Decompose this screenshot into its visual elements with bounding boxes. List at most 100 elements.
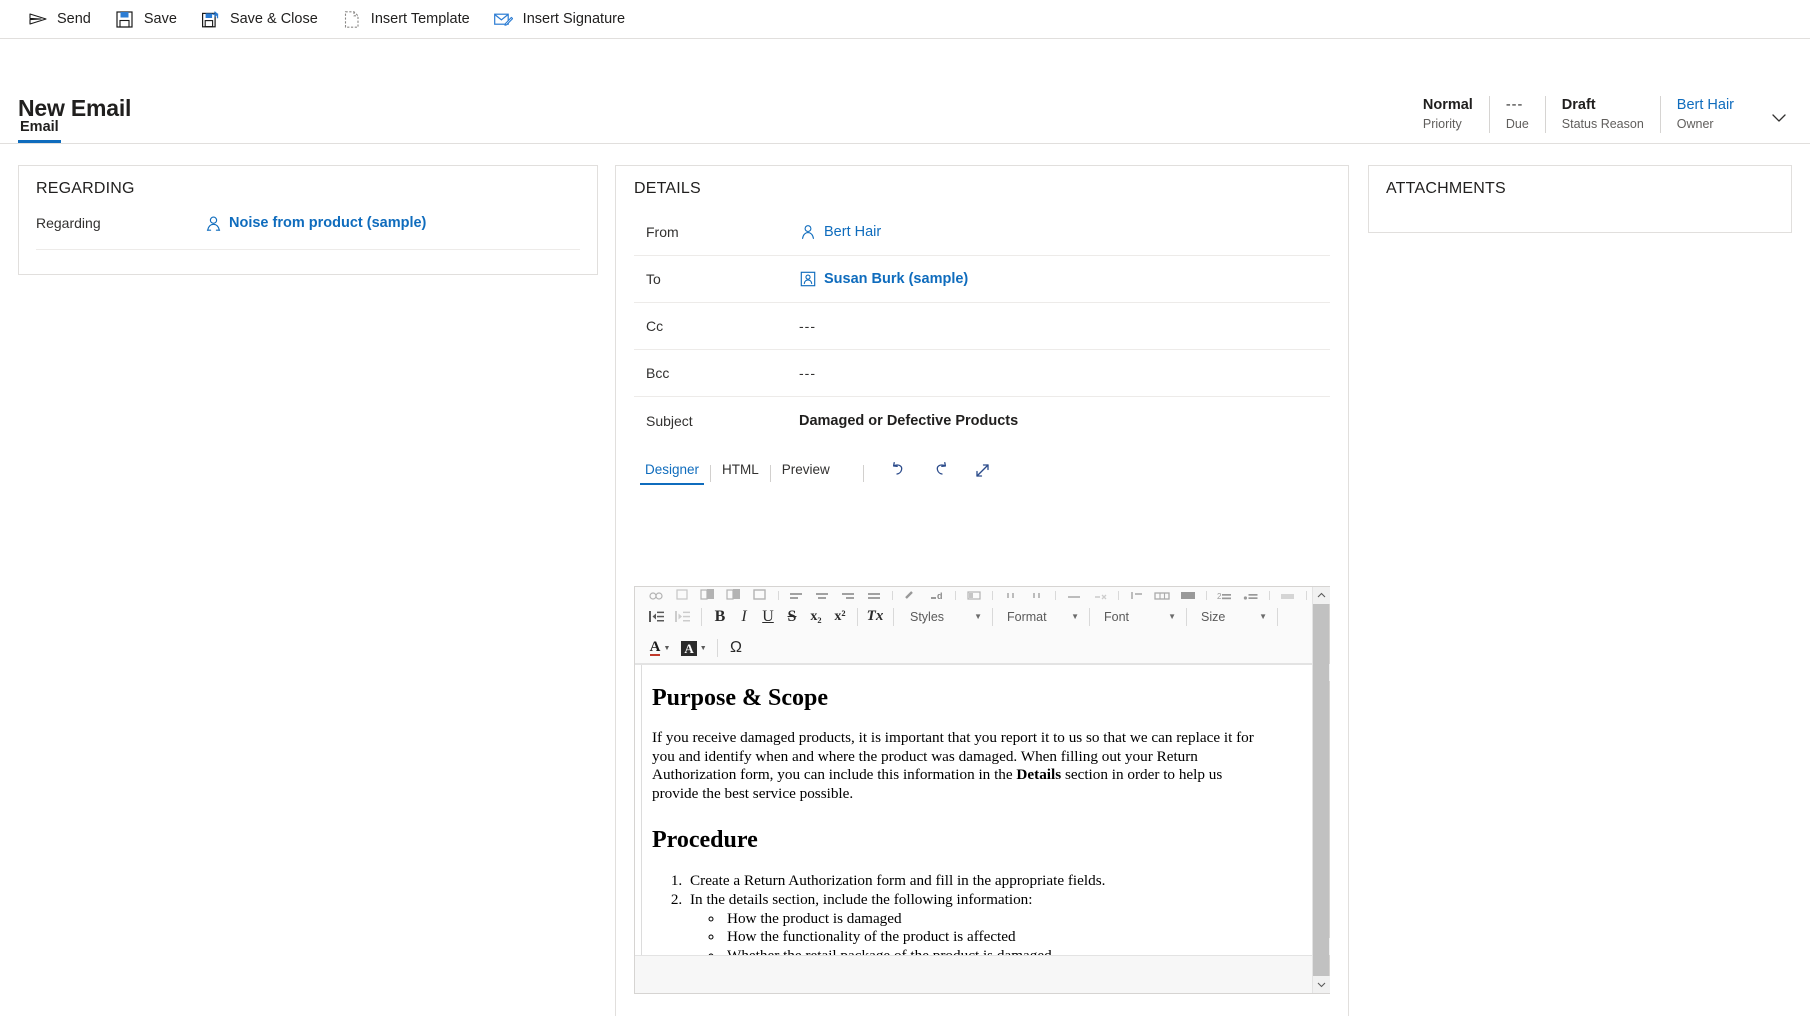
priority-label: Priority xyxy=(1423,115,1473,133)
paste-plain-icon[interactable] xyxy=(747,587,773,600)
header-expand-button[interactable] xyxy=(1768,107,1790,129)
font-select[interactable]: Font ▼ xyxy=(1094,605,1182,629)
anchor-icon[interactable]: d xyxy=(924,587,950,600)
field-row-cc: Cc --- xyxy=(634,303,1330,350)
save-and-close-button-label: Save & Close xyxy=(230,11,318,27)
superscript-button[interactable]: x² xyxy=(828,604,852,630)
strikethrough-button[interactable]: S xyxy=(780,604,804,630)
paste-word-icon[interactable] xyxy=(721,587,747,600)
regarding-field-row: Regarding Noise from product (sample) xyxy=(36,214,580,250)
editor-content-area[interactable]: Purpose & Scope If you receive damaged p… xyxy=(635,664,1312,955)
expand-editor-button[interactable] xyxy=(962,457,1004,483)
quote-open-icon[interactable] xyxy=(998,587,1024,600)
header-stat-status-reason[interactable]: Draft Status Reason xyxy=(1546,96,1661,133)
to-link[interactable]: Susan Burk (sample) xyxy=(824,271,968,287)
subject-value[interactable]: Damaged or Defective Products xyxy=(799,413,1018,429)
contact-icon xyxy=(204,214,222,232)
editor-panel-scrollbar[interactable] xyxy=(1312,587,1329,993)
text-color-button[interactable]: A ▼ xyxy=(643,635,677,661)
cc-value[interactable]: --- xyxy=(799,318,816,334)
remove-format-button[interactable]: Tx xyxy=(863,604,887,630)
chevron-down-icon: ▼ xyxy=(1259,612,1267,621)
decrease-indent-button[interactable] xyxy=(669,604,695,630)
tab-preview[interactable]: Preview xyxy=(771,462,841,485)
from-link[interactable]: Bert Hair xyxy=(824,224,881,240)
step-2-sub-3: Whether the retail package of the produc… xyxy=(727,947,1052,955)
send-button[interactable]: Send xyxy=(16,0,103,39)
block-icon[interactable] xyxy=(1275,587,1301,600)
styles-select[interactable]: Styles ▼ xyxy=(900,605,988,629)
insert-template-button[interactable]: Insert Template xyxy=(330,0,482,39)
from-value[interactable]: Bert Hair xyxy=(799,223,881,241)
regarding-panel: REGARDING Regarding Noise from product (… xyxy=(18,165,598,275)
regarding-link[interactable]: Noise from product (sample) xyxy=(229,215,426,231)
template-icon xyxy=(342,9,362,29)
align-left-icon[interactable] xyxy=(784,587,810,600)
to-value[interactable]: Susan Burk (sample) xyxy=(799,270,968,288)
chevron-down-icon: ▼ xyxy=(1168,612,1176,621)
scroll-down-button[interactable] xyxy=(1313,976,1330,993)
tab-html[interactable]: HTML xyxy=(711,462,770,485)
unlink-icon[interactable] xyxy=(898,587,924,600)
italic-button[interactable]: I xyxy=(732,604,756,630)
email-body-document[interactable]: Purpose & Scope If you receive damaged p… xyxy=(641,665,1292,955)
save-and-close-button[interactable]: Save & Close xyxy=(189,0,330,39)
owner-value[interactable]: Bert Hair xyxy=(1677,96,1734,114)
remove-link-icon[interactable] xyxy=(1087,587,1113,600)
numbered-list-icon[interactable]: 2 xyxy=(1212,587,1238,600)
templates-icon[interactable] xyxy=(1175,587,1201,600)
body-sub-list: How the product is damaged How the funct… xyxy=(690,910,1270,955)
justify-icon[interactable] xyxy=(861,587,887,600)
svg-text:2: 2 xyxy=(1217,592,1222,600)
increase-indent-button[interactable] xyxy=(643,604,669,630)
paste-text-icon[interactable] xyxy=(695,587,721,600)
bcc-value[interactable]: --- xyxy=(799,365,816,381)
find-icon[interactable] xyxy=(643,587,669,600)
tab-email[interactable]: Email xyxy=(18,113,61,143)
align-center-icon[interactable] xyxy=(809,587,835,600)
save-button[interactable]: Save xyxy=(103,0,189,39)
field-row-subject: Subject Damaged or Defective Products xyxy=(634,397,1330,444)
body-procedure-list: Create a Return Authorization form and f… xyxy=(652,872,1270,955)
bold-button[interactable]: B xyxy=(708,604,732,630)
undo-button[interactable] xyxy=(878,457,920,483)
tab-designer[interactable]: Designer xyxy=(634,462,710,485)
regarding-field-value[interactable]: Noise from product (sample) xyxy=(204,214,426,232)
save-icon xyxy=(115,9,135,29)
due-label: Due xyxy=(1506,115,1529,133)
header-stat-owner[interactable]: Bert Hair Owner xyxy=(1661,96,1744,133)
horizontal-rule-icon[interactable] xyxy=(1061,587,1087,600)
tab-html-label: HTML xyxy=(722,462,759,477)
to-label: To xyxy=(634,271,799,287)
scrollbar-thumb[interactable] xyxy=(1313,604,1329,976)
insert-table-icon[interactable] xyxy=(1149,587,1175,600)
toolbar-divider-c5 xyxy=(1055,591,1056,600)
special-character-button[interactable]: Ω xyxy=(724,635,748,661)
header-stat-priority[interactable]: Normal Priority xyxy=(1407,96,1490,133)
list-item: In the details section, include the foll… xyxy=(686,891,1270,955)
list-item: How the functionality of the product is … xyxy=(724,928,1270,947)
paste-icon[interactable] xyxy=(669,587,695,600)
underline-button[interactable]: U xyxy=(756,604,780,630)
tab-divider-3 xyxy=(863,465,864,482)
bulleted-list-icon[interactable] xyxy=(1238,587,1264,600)
toolbar-divider-c3 xyxy=(955,591,956,600)
page-break-icon[interactable] xyxy=(1124,587,1150,600)
insert-signature-button[interactable]: Insert Signature xyxy=(482,0,637,39)
chevron-down-icon: ▼ xyxy=(663,645,670,652)
omega-icon: Ω xyxy=(730,639,742,657)
editor-toolbar-row-3: A ▼ A ▼ Ω xyxy=(635,633,1312,663)
redo-button[interactable] xyxy=(920,457,962,483)
header-stat-due[interactable]: --- Due xyxy=(1490,96,1546,133)
size-select[interactable]: Size ▼ xyxy=(1191,605,1273,629)
scroll-up-button[interactable] xyxy=(1313,587,1330,604)
align-right-icon[interactable] xyxy=(835,587,861,600)
insert-image-icon[interactable] xyxy=(961,587,987,600)
subscript-button[interactable]: x₂ xyxy=(804,604,828,630)
quote-close-icon[interactable] xyxy=(1024,587,1050,600)
scrollbar-track[interactable] xyxy=(1313,604,1329,976)
list-item: Create a Return Authorization form and f… xyxy=(686,872,1270,891)
background-color-button[interactable]: A ▼ xyxy=(677,635,711,661)
regarding-section-title: REGARDING xyxy=(19,166,597,198)
format-select[interactable]: Format ▼ xyxy=(997,605,1085,629)
